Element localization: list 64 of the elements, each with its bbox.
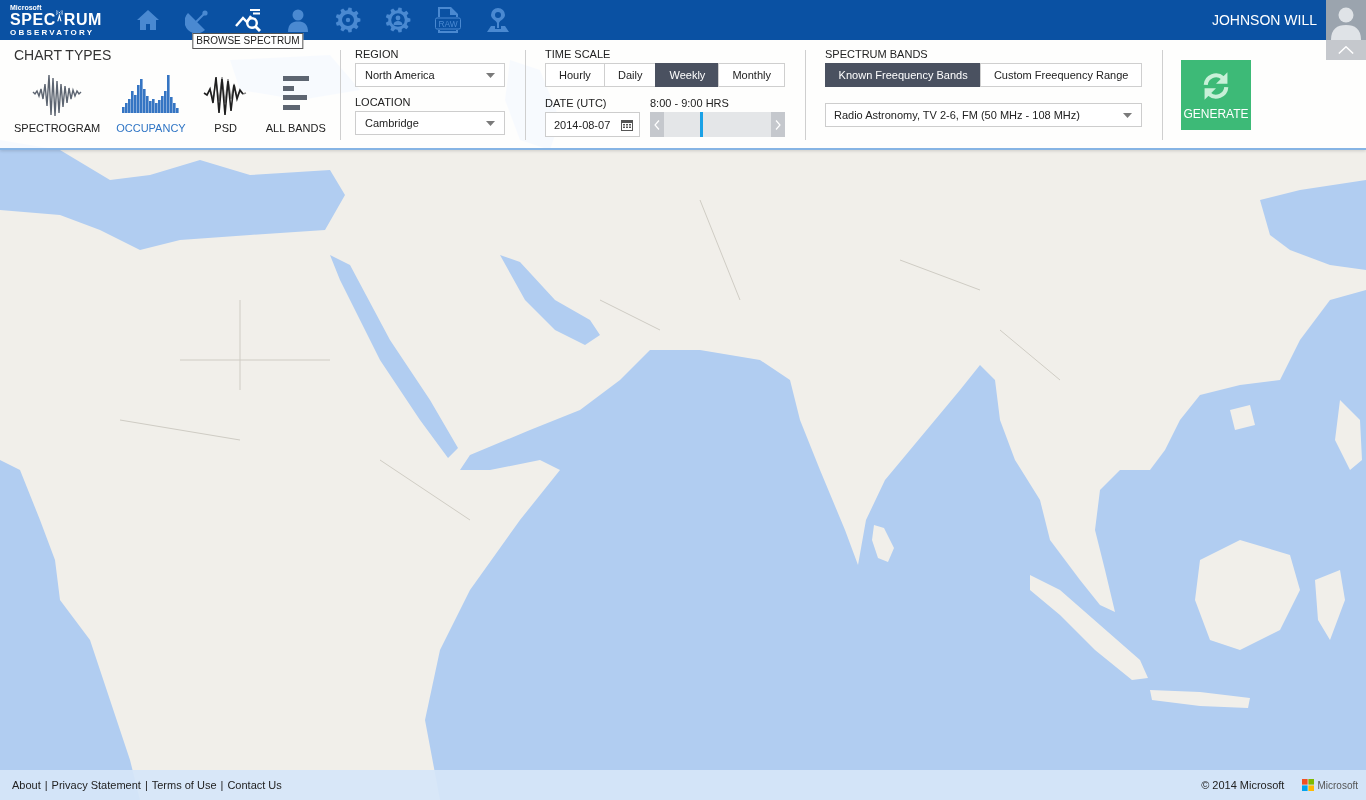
chevron-right-icon — [775, 119, 781, 130]
time-scale-button[interactable]: Daily — [603, 63, 657, 87]
four-squares-logo-icon — [1302, 779, 1315, 791]
footer-link[interactable]: Terms of Use — [151, 779, 217, 791]
horizontal-bars-icon — [282, 75, 309, 111]
satellite-dish-button[interactable] — [185, 7, 211, 33]
band-mode-button[interactable]: Custom Freequency Range — [980, 63, 1142, 87]
calendar-icon — [621, 118, 633, 131]
footer-link[interactable]: Privacy Statement — [51, 779, 141, 791]
field-label: DATE (UTC) — [545, 97, 608, 110]
slider-right-button[interactable] — [771, 112, 785, 137]
bands-dropdown[interactable]: Radio Astronomy, TV 2-6, FM (50 MHz - 108 MHz) — [825, 103, 1142, 127]
time-scale-button[interactable]: Weekly — [655, 63, 720, 87]
map-pin-button[interactable] — [485, 7, 511, 33]
footer-link[interactable]: Contact Us — [227, 779, 282, 791]
field-label: 8:00 - 9:00 HRS — [650, 97, 730, 110]
time-scale-button[interactable]: Monthly — [718, 63, 786, 87]
caret-down-icon — [486, 72, 495, 78]
logo-text: SPEC — [10, 11, 56, 27]
satellite-dish-icon — [185, 7, 211, 33]
person-button[interactable] — [285, 7, 311, 33]
map-pin-icon — [485, 7, 511, 33]
time-scale-button[interactable]: Hourly — [545, 63, 605, 87]
logo-text: RUM — [63, 11, 102, 27]
date-field[interactable]: 2014-08-07 — [545, 112, 640, 137]
chart-type-button[interactable]: ALL BANDS — [265, 69, 326, 135]
footer-link[interactable]: About — [12, 779, 41, 791]
link-separator: | — [220, 779, 224, 791]
caret-down-icon — [486, 120, 495, 126]
gear-button[interactable] — [335, 7, 361, 33]
chart-type-button[interactable]: SPECTROGRAM — [14, 69, 101, 135]
gear-icon — [335, 7, 361, 33]
caret-down-icon — [1123, 112, 1132, 118]
collapse-button[interactable] — [1326, 40, 1366, 60]
chart-type-button[interactable]: OCCUPANCY — [116, 69, 186, 135]
link-separator: | — [144, 779, 148, 791]
brand-text: Microsoft — [1317, 779, 1358, 791]
chevron-left-icon — [654, 119, 660, 130]
user-name: JOHNSON WILL — [1212, 12, 1317, 28]
chart-type-button[interactable]: PSD — [201, 69, 250, 135]
link-separator: | — [44, 779, 48, 791]
field-label: TIME SCALE — [545, 48, 612, 61]
slider-thumb[interactable] — [700, 112, 704, 137]
gear-person-icon — [385, 7, 411, 33]
person-icon — [285, 7, 311, 33]
field-label: LOCATION — [355, 96, 412, 109]
gear-person-button[interactable] — [385, 7, 411, 33]
slider-left-button[interactable] — [650, 112, 664, 137]
bar-histogram-icon — [122, 73, 180, 113]
band-mode-button[interactable]: Known Freequency Bands — [825, 63, 982, 87]
user-avatar — [1326, 0, 1366, 40]
tooltip: BROWSE SPECTRUM — [192, 33, 304, 49]
browse-spectrum-button[interactable] — [235, 7, 261, 33]
chevron-up-icon — [1338, 46, 1354, 54]
copyright-text: © 2014 Microsoft — [1201, 779, 1285, 791]
home-icon — [135, 7, 161, 33]
region-dropdown[interactable]: North America — [355, 63, 505, 87]
field-label: REGION — [355, 48, 400, 61]
chart-magnifier-icon — [235, 7, 261, 33]
location-dropdown[interactable]: Cambridge — [355, 111, 505, 135]
logo-subtitle: OBSERVATORY — [10, 27, 96, 37]
section-title: CHART TYPES — [14, 47, 113, 63]
field-label: SPECTRUM BANDS — [825, 48, 929, 61]
home-button[interactable] — [135, 7, 161, 33]
